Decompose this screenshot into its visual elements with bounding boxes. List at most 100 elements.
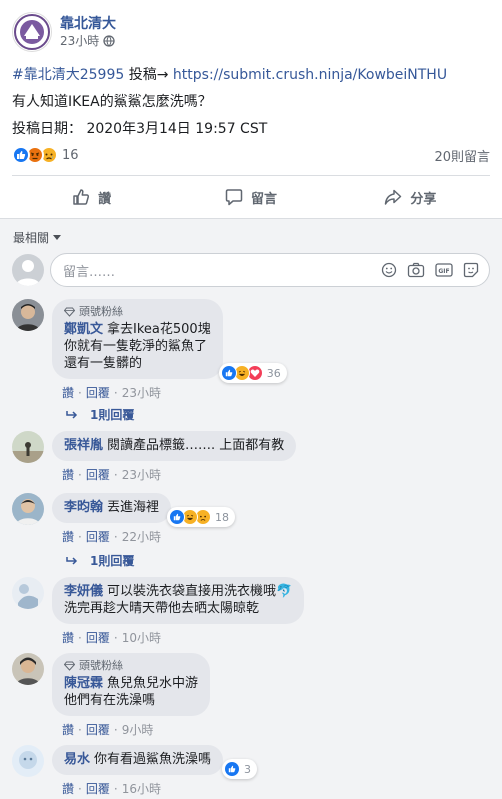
default-avatar-icon xyxy=(16,260,40,286)
comment-time[interactable]: 16小時 xyxy=(122,782,161,796)
comment-author[interactable]: 李妍儀 xyxy=(64,584,103,599)
like-link[interactable]: 讚 xyxy=(62,723,74,737)
reply-link[interactable]: 回覆 xyxy=(86,530,110,544)
comment-bubble: 張祥胤 閱讀產品標籤……. 上面都有教 xyxy=(52,431,297,461)
diamond-icon xyxy=(64,661,75,671)
thumbs-up-icon xyxy=(73,189,90,205)
reaction-count: 18 xyxy=(215,510,230,524)
sort-label: 最相關 xyxy=(13,231,50,245)
post-body: #靠北清大25995 投稿→ https://submit.crush.ninj… xyxy=(12,62,490,143)
post-header: 靠北清大 23小時 xyxy=(12,12,116,52)
comment-count[interactable]: 20則留言 xyxy=(434,146,490,165)
avatar[interactable] xyxy=(12,745,44,777)
comment-time[interactable]: 9小時 xyxy=(122,723,154,737)
page-name[interactable]: 靠北清大 xyxy=(60,15,116,33)
avatar[interactable] xyxy=(12,431,44,463)
like-label: 讚 xyxy=(98,191,112,207)
reply-link[interactable]: 回覆 xyxy=(86,723,110,737)
comment-item: 頭號粉絲 鄭凱文 拿去Ikea花500塊 你就有一隻乾淨的鯊魚了 還有一隻髒的 3… xyxy=(12,299,287,401)
top-fan-badge: 頭號粉絲 xyxy=(64,305,211,319)
post-time[interactable]: 23小時 xyxy=(60,33,99,49)
hashtag-link[interactable]: #靠北清大25995 xyxy=(12,67,124,83)
comment-text: 你有看過鯊魚洗澡嗎 xyxy=(94,752,212,767)
share-arrow-icon xyxy=(385,189,402,205)
page-avatar[interactable] xyxy=(12,12,52,52)
comment-text: 丟進海裡 xyxy=(107,500,160,515)
reaction-count: 3 xyxy=(244,762,252,776)
view-replies-link[interactable]: 1則回覆 xyxy=(66,552,134,569)
comment-item: 張祥胤 閱讀產品標籤……. 上面都有教 讚 · 回覆 · 23小時 xyxy=(12,431,297,483)
chevron-down-icon xyxy=(53,235,62,240)
comment-bubble: 頭號粉絲 鄭凱文 拿去Ikea花500塊 你就有一隻乾淨的鯊魚了 還有一隻髒的 3… xyxy=(52,299,287,383)
sort-dropdown[interactable]: 最相關 xyxy=(13,229,62,246)
like-link[interactable]: 讚 xyxy=(62,631,74,645)
post-date: 投稿日期： 2020年3月14日 19:57 CST xyxy=(12,121,268,137)
comment-author[interactable]: 鄭凱文 xyxy=(64,322,103,337)
comment-author[interactable]: 易水 xyxy=(64,752,90,767)
post-text-middle: 投稿→ xyxy=(124,67,173,83)
avatar[interactable] xyxy=(12,577,44,609)
reply-arrow-icon xyxy=(66,556,78,565)
sticker-icon[interactable] xyxy=(463,262,479,278)
comment-composer: 留言…… GIF xyxy=(12,253,490,287)
like-button[interactable]: 讚 xyxy=(12,180,171,214)
avatar[interactable] xyxy=(12,299,44,331)
reaction-count[interactable]: 16 xyxy=(62,148,79,163)
reply-link[interactable]: 回覆 xyxy=(86,468,110,482)
comment-reactions[interactable]: 18 xyxy=(167,507,236,527)
camera-icon[interactable] xyxy=(407,262,425,278)
reply-link[interactable]: 回覆 xyxy=(86,782,110,796)
comment-time[interactable]: 23小時 xyxy=(122,386,161,400)
comment-input[interactable]: 留言…… GIF xyxy=(50,253,490,287)
avatar[interactable] xyxy=(12,653,44,685)
like-link[interactable]: 讚 xyxy=(62,782,74,796)
globe-icon xyxy=(103,35,115,47)
top-fan-badge: 頭號粉絲 xyxy=(64,659,198,673)
comment-time[interactable]: 10小時 xyxy=(122,631,161,645)
post-question: 有人知道IKEA的鯊鯊怎麼洗嗎？ xyxy=(12,94,212,110)
like-reaction-icon xyxy=(12,146,30,164)
comment-bubble-icon xyxy=(225,189,243,206)
comment-bubble: 易水 你有看過鯊魚洗澡嗎 3 xyxy=(52,745,258,779)
comments-section: 最相關 留言…… GIF 頭號粉絲 鄭凱文 拿去Ikea花500塊 你就有一隻乾… xyxy=(0,218,502,799)
comment-item: 易水 你有看過鯊魚洗澡嗎 3 讚 · 回覆 · 16小時 xyxy=(12,745,258,797)
comment-reactions[interactable]: 36 xyxy=(218,363,287,383)
reply-link[interactable]: 回覆 xyxy=(86,631,110,645)
like-link[interactable]: 讚 xyxy=(62,386,74,400)
reactions-group[interactable]: 16 xyxy=(12,146,79,164)
comment-bubble: 頭號粉絲 陳冠霖 魚兒魚兒水中游 他們有在洗澡嗎 xyxy=(52,653,211,716)
comment-author[interactable]: 李昀翰 xyxy=(64,500,103,515)
comment-author[interactable]: 張祥胤 xyxy=(64,438,103,453)
comment-button[interactable]: 留言 xyxy=(171,180,330,214)
action-bar: 讚 留言 分享 xyxy=(12,180,490,214)
comment-bubble: 李昀翰 丟進海裡 18 xyxy=(52,493,236,527)
gif-icon[interactable]: GIF xyxy=(435,262,453,278)
like-reaction-icon xyxy=(169,509,186,525)
share-label: 分享 xyxy=(410,191,437,207)
divider xyxy=(12,175,490,176)
svg-text:GIF: GIF xyxy=(438,268,449,275)
comment-reactions[interactable]: 3 xyxy=(222,759,258,779)
like-reaction-icon xyxy=(224,761,241,777)
submit-link[interactable]: https://submit.crush.ninja/KowbeiNTHU xyxy=(173,67,447,83)
share-button[interactable]: 分享 xyxy=(331,180,490,214)
view-replies-link[interactable]: 1則回覆 xyxy=(66,406,134,423)
comment-bubble: 李妍儀 可以裝洗衣袋直接用洗衣機哦🐬 洗完再趁大晴天帶他去晒太陽晾乾 xyxy=(52,577,305,624)
reply-link[interactable]: 回覆 xyxy=(86,386,110,400)
comment-author[interactable]: 陳冠霖 xyxy=(64,676,103,691)
comment-time[interactable]: 22小時 xyxy=(122,530,161,544)
comment-time[interactable]: 23小時 xyxy=(122,468,161,482)
comment-text: 閱讀產品標籤……. 上面都有教 xyxy=(107,438,285,453)
reaction-summary: 16 20則留言 xyxy=(12,144,490,166)
like-link[interactable]: 讚 xyxy=(62,530,74,544)
like-link[interactable]: 讚 xyxy=(62,468,74,482)
emoji-icon[interactable] xyxy=(381,262,397,278)
comment-item: 頭號粉絲 陳冠霖 魚兒魚兒水中游 他們有在洗澡嗎 讚 · 回覆 · 9小時 xyxy=(12,653,211,738)
comment-item: 李妍儀 可以裝洗衣袋直接用洗衣機哦🐬 洗完再趁大晴天帶他去晒太陽晾乾 讚 · 回覆 · 1… xyxy=(12,577,305,646)
avatar[interactable] xyxy=(12,493,44,525)
user-avatar xyxy=(12,254,44,286)
comment-label: 留言 xyxy=(250,191,277,207)
reaction-count: 36 xyxy=(266,366,281,380)
comment-item: 李昀翰 丟進海裡 18 讚 · 回覆 · 22小時 xyxy=(12,493,236,545)
diamond-icon xyxy=(64,307,75,317)
